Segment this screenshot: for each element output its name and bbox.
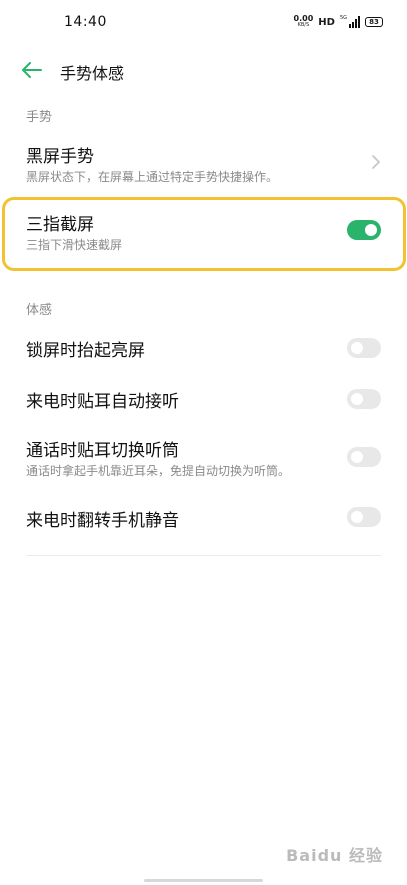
page-title: 手势体感 xyxy=(60,64,125,83)
three-finger-toggle[interactable] xyxy=(347,220,381,240)
status-icons: 0.00 KB/S HD 5G 83 xyxy=(294,14,383,30)
settings-item-switch-to-earpiece[interactable]: 通话时贴耳切换听筒 通话时拿起手机靠近耳朵，免提自动切换为听筒。 xyxy=(0,428,407,484)
item-title: 来电时翻转手机静音 xyxy=(26,511,179,531)
settings-item-flip-to-mute[interactable]: 来电时翻转手机静音 xyxy=(0,498,407,538)
section-label-motion: 体感 xyxy=(26,303,53,318)
switch-to-earpiece-toggle[interactable] xyxy=(347,447,381,467)
network-speed-unit: KB/S xyxy=(297,22,310,28)
item-subtitle: 黑屏状态下，在屏幕上通过特定手势快捷操作。 xyxy=(26,170,279,184)
toggle-knob xyxy=(351,511,363,523)
hd-icon: HD xyxy=(318,16,335,28)
item-subtitle: 通话时拿起手机靠近耳朵，免提自动切换为听筒。 xyxy=(26,464,291,478)
item-title: 三指截屏 xyxy=(26,215,94,235)
settings-item-black-screen-gesture[interactable]: 黑屏手势 黑屏状态下，在屏幕上通过特定手势快捷操作。 xyxy=(0,134,407,190)
toggle-knob xyxy=(365,224,377,236)
toggle-knob xyxy=(351,342,363,354)
item-title: 来电时贴耳自动接听 xyxy=(26,392,179,412)
section-label-gesture: 手势 xyxy=(26,110,53,125)
divider xyxy=(26,555,381,556)
chevron-right-icon xyxy=(372,155,380,169)
page-header: 手势体感 xyxy=(0,52,407,88)
back-button[interactable] xyxy=(18,56,46,84)
item-title: 锁屏时抬起亮屏 xyxy=(26,341,145,361)
auto-answer-toggle[interactable] xyxy=(347,389,381,409)
item-title: 通话时贴耳切换听筒 xyxy=(26,441,179,461)
toggle-knob xyxy=(351,393,363,405)
status-time: 14:40 xyxy=(64,14,107,30)
home-indicator[interactable] xyxy=(144,879,263,882)
item-title: 黑屏手势 xyxy=(26,147,94,167)
raise-to-wake-toggle[interactable] xyxy=(347,338,381,358)
network-speed-value: 0.00 xyxy=(293,14,314,23)
toggle-knob xyxy=(351,451,363,463)
settings-item-three-finger-screenshot[interactable]: 三指截屏 三指下滑快速截屏 xyxy=(0,200,407,268)
status-bar: 14:40 0.00 KB/S HD 5G 83 xyxy=(0,0,407,44)
settings-item-auto-answer[interactable]: 来电时贴耳自动接听 xyxy=(0,380,407,420)
signal-label: 5G xyxy=(339,15,347,21)
back-arrow-icon xyxy=(22,62,42,78)
signal-icon: 5G xyxy=(340,16,360,28)
item-subtitle: 三指下滑快速截屏 xyxy=(26,238,123,252)
network-speed: 0.00 KB/S xyxy=(294,15,314,29)
settings-item-raise-to-wake[interactable]: 锁屏时抬起亮屏 xyxy=(0,328,407,368)
battery-icon: 83 xyxy=(365,17,383,27)
baidu-watermark: Baidu 经验 xyxy=(286,846,383,865)
flip-to-mute-toggle[interactable] xyxy=(347,507,381,527)
